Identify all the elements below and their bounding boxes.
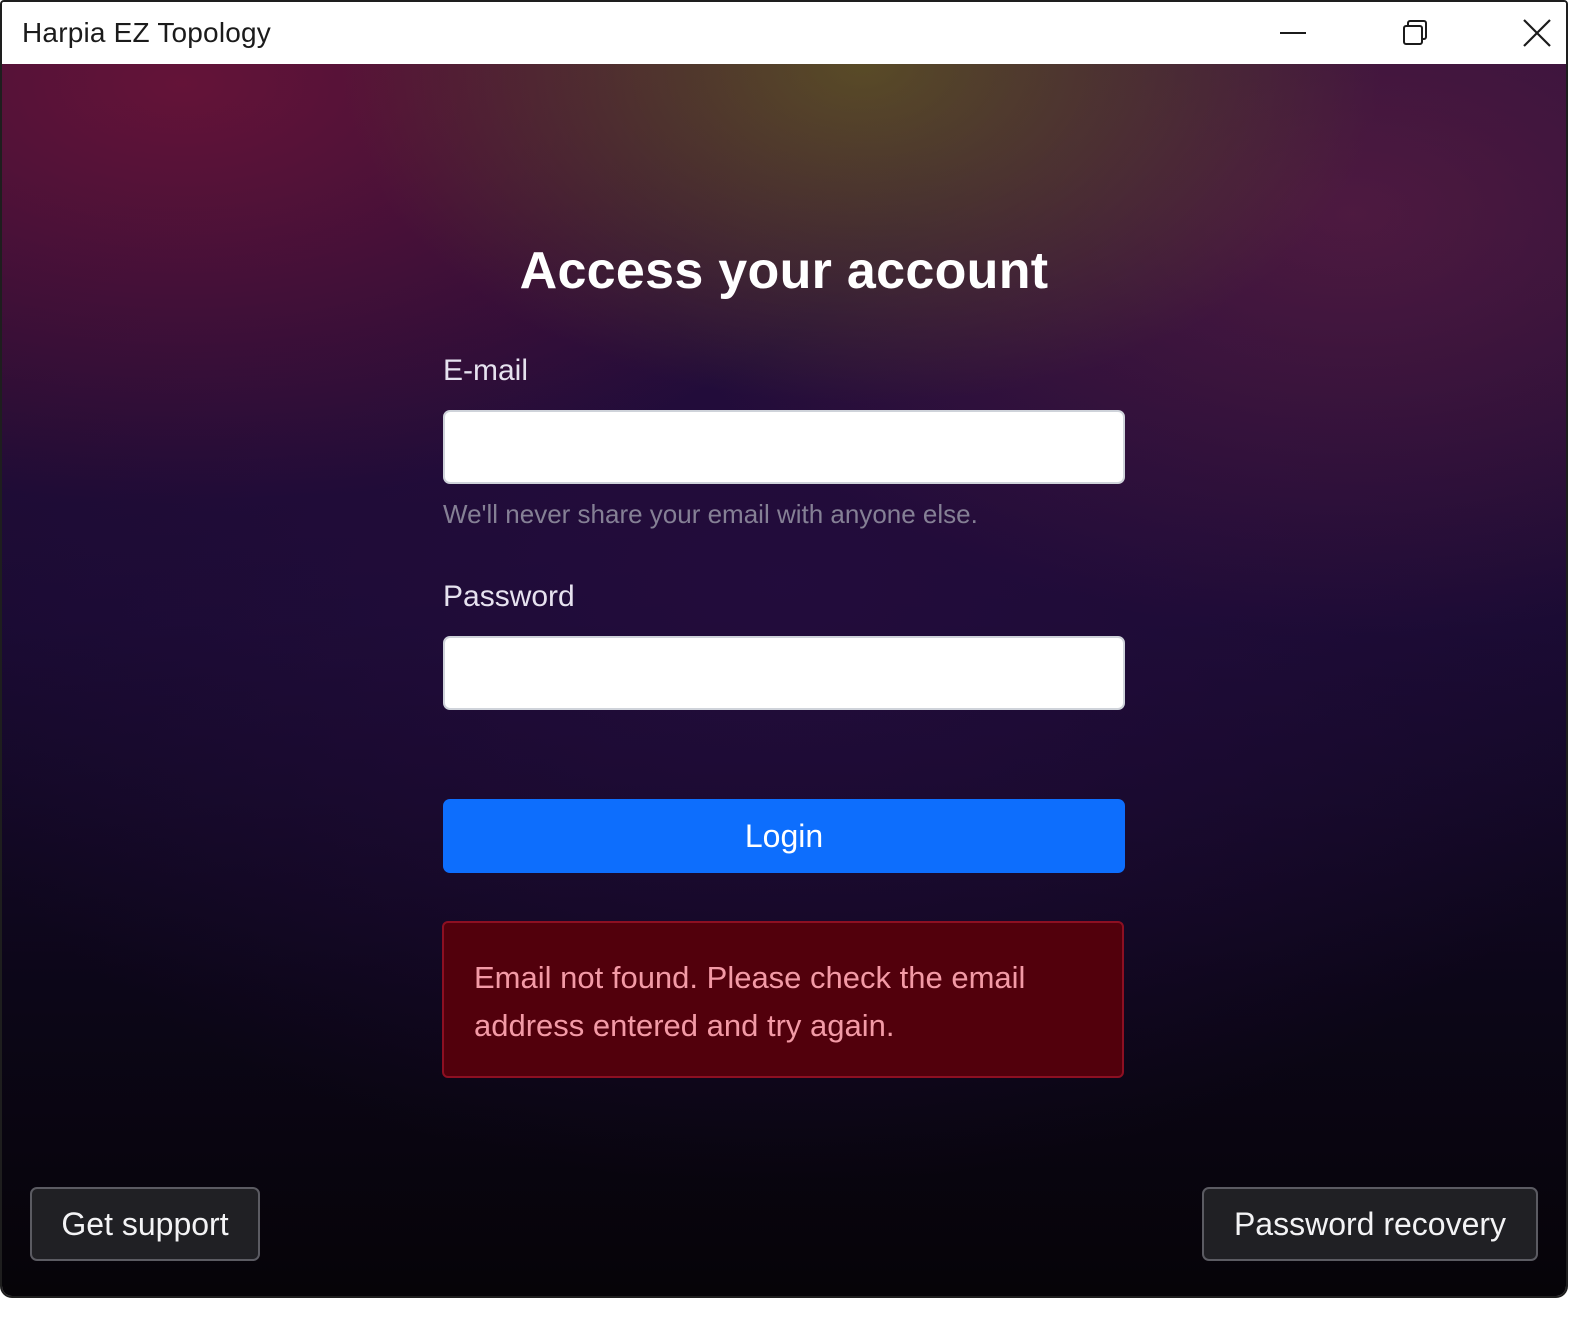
close-button[interactable] <box>1482 2 1566 64</box>
email-help-text: We'll never share your email with anyone… <box>443 499 978 529</box>
error-alert: Email not found. Please check the email … <box>442 921 1124 1078</box>
window-title: Harpia EZ Topology <box>22 17 271 48</box>
minimize-icon <box>1280 32 1306 34</box>
close-icon <box>1523 19 1551 47</box>
title-bar[interactable]: Harpia EZ Topology <box>2 2 1566 64</box>
email-field[interactable] <box>443 410 1125 484</box>
maximize-button[interactable] <box>1360 2 1470 64</box>
app-window: Harpia EZ Topology Access your account E… <box>0 0 1568 1298</box>
password-recovery-button[interactable]: Password recovery <box>1202 1187 1538 1261</box>
login-screen: Access your account E-mail We'll never s… <box>2 64 1566 1296</box>
minimize-button[interactable] <box>1238 2 1348 64</box>
error-message: Email not found. Please check the email … <box>474 960 1026 1043</box>
email-label: E-mail <box>443 354 529 387</box>
page-title: Access your account <box>519 242 1049 300</box>
password-field[interactable] <box>443 636 1125 710</box>
login-button[interactable]: Login <box>443 799 1125 873</box>
password-label: Password <box>443 580 575 613</box>
restore-icon <box>1403 20 1427 45</box>
get-support-button[interactable]: Get support <box>30 1187 260 1261</box>
